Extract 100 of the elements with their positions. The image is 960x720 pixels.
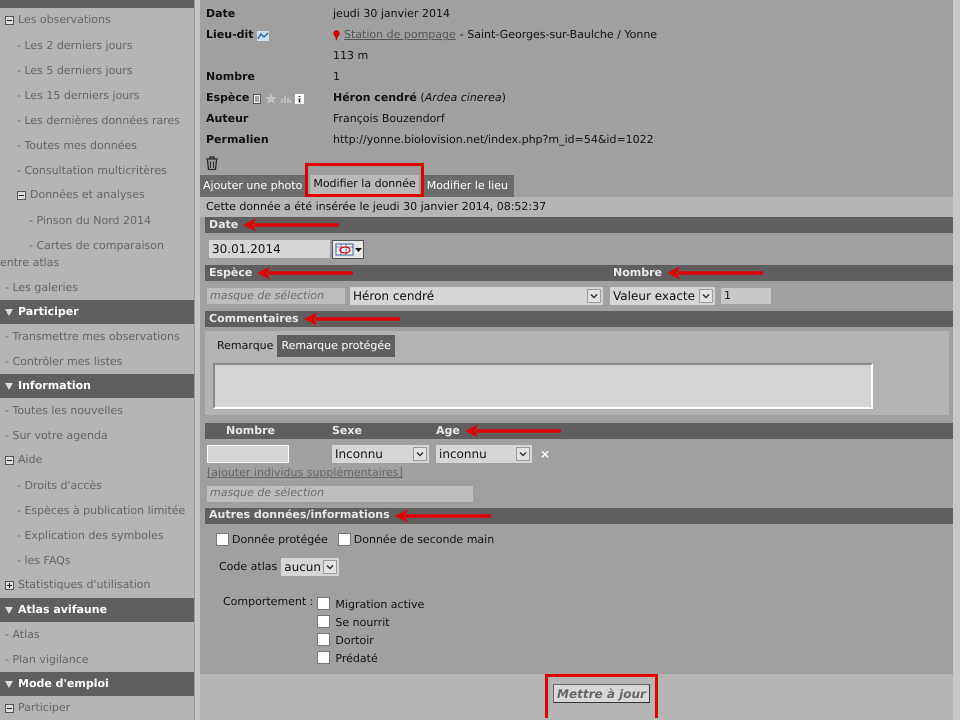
section-title: Sexe — [332, 422, 362, 439]
place-link[interactable]: Station de pompage — [344, 27, 456, 44]
sidebar-item[interactable]: Les observations — [18, 12, 111, 29]
detail-label: Nombre — [206, 69, 255, 86]
sidebar-link[interactable]: - les FAQs — [0, 548, 194, 573]
sidebar-link[interactable]: - Les galeries — [0, 275, 194, 300]
detail-value: 1 — [333, 69, 340, 86]
sidebar-link[interactable]: - Transmettre mes observations — [0, 324, 194, 349]
chevron-down-icon — [413, 447, 427, 461]
checkbox-label: Donnée protégée — [232, 532, 328, 548]
checkbox[interactable] — [317, 596, 330, 610]
section-title: Nombre — [226, 422, 275, 439]
sidebar-section-header[interactable]: Mode d'emploi — [0, 672, 194, 696]
filter-field[interactable]: masque de sélection — [207, 288, 345, 304]
inserted-note: Cette donnée a été insérée le jeudi 30 janvier 2014, 08:52:37 — [206, 198, 546, 215]
detail-label: Permalien — [206, 132, 269, 148]
sidebar-link[interactable]: - Droits d'accès — [0, 473, 194, 498]
detail-value: 113 m — [333, 48, 368, 64]
sidebar-link[interactable]: - Consultation multicritères — [0, 158, 194, 183]
section-title: Atlas avifaune — [18, 602, 108, 618]
detail-label: Date — [206, 6, 236, 22]
count-field[interactable]: 1 — [721, 288, 771, 304]
sidebar-link[interactable]: - Toutes les nouvelles — [0, 398, 194, 423]
detail-value: Héron cendré (Ardea cinerea) — [333, 90, 506, 106]
count-type-select[interactable]: Valeur exacte — [610, 287, 715, 305]
detail-value: http://yonne.biolovision.net/index.php?m_id=54&id=1022 — [333, 132, 654, 148]
checkbox-label: Migration active — [335, 596, 424, 613]
checkbox-label: Dortoir — [335, 632, 374, 649]
collapse-icon[interactable] — [17, 191, 26, 200]
filter-field[interactable]: masque de sélection — [207, 486, 473, 502]
date-field[interactable]: 30.01.2014 — [209, 240, 330, 258]
checkbox-label: Donnée de seconde main — [354, 532, 494, 548]
sidebar-link[interactable]: - Explication des symboles — [0, 523, 194, 548]
sidebar-link[interactable]: - Les dernières données rares — [0, 108, 194, 133]
collapse-icon[interactable] — [5, 704, 14, 713]
sidebar-link[interactable]: - Sur votre agenda — [0, 423, 194, 448]
sidebar-link[interactable]: - Toutes mes données — [0, 133, 194, 158]
field-label: Comportement : — [223, 594, 314, 610]
section-title: Information — [18, 378, 91, 394]
collapse-icon[interactable] — [5, 456, 14, 465]
update-button[interactable]: Mettre à jour — [553, 684, 650, 703]
sidebar-item[interactable]: Participer — [18, 700, 70, 717]
detail-value: - Saint-Georges-sur-Baulche / Yonne — [460, 27, 658, 44]
comment-tab[interactable]: Remarque — [213, 335, 278, 357]
chevron-down-icon — [699, 289, 713, 303]
checkbox[interactable] — [317, 650, 330, 664]
checkbox[interactable] — [317, 632, 330, 646]
sidebar-item[interactable]: Données et analyses — [30, 187, 145, 204]
calendar-button-icon[interactable] — [332, 240, 364, 258]
age-select[interactable]: inconnu — [436, 445, 532, 463]
info-icon[interactable] — [295, 94, 304, 104]
checkbox[interactable] — [338, 533, 351, 546]
sidebar-link[interactable]: - Plan vigilance — [0, 647, 194, 672]
sidebar-link[interactable]: - Atlas — [0, 622, 194, 647]
expand-icon[interactable] — [5, 581, 14, 590]
triangle-down-icon — [5, 382, 13, 390]
sidebar-item[interactable]: Statistiques d'utilisation — [18, 577, 150, 594]
collapse-icon[interactable] — [5, 16, 14, 25]
chevron-down-icon — [587, 289, 601, 303]
trash-icon[interactable] — [206, 156, 218, 170]
document-icon[interactable] — [253, 94, 262, 104]
detail-value: François Bouzendorf — [333, 111, 445, 128]
checkbox[interactable] — [317, 614, 330, 628]
detail-value: jeudi 30 janvier 2014 — [333, 6, 450, 22]
sidebar-link[interactable]: - Les 5 derniers jours — [0, 58, 194, 83]
triangle-down-icon — [5, 680, 13, 688]
map-pin-icon — [333, 30, 340, 41]
sidebar-section-header[interactable]: Atlas avifaune — [0, 598, 194, 622]
atlas-code-select[interactable]: aucun — [281, 558, 340, 576]
sidebar-link[interactable]: - Espèces à publication limitée — [0, 498, 194, 523]
sidebar-link[interactable]: - Les 2 derniers jours — [0, 33, 194, 58]
detail-label: Auteur — [206, 111, 248, 128]
map-icon[interactable] — [256, 30, 269, 40]
tab[interactable]: Ajouter une photo — [200, 175, 306, 197]
triangle-down-icon — [5, 606, 13, 614]
checkbox-label: Prédaté — [335, 650, 378, 667]
sidebar-link[interactable]: - Pinson du Nord 2014 — [0, 208, 194, 233]
tab[interactable]: Modifier le lieu — [424, 175, 511, 197]
comment-textarea[interactable] — [213, 363, 873, 409]
sidebar-link[interactable]: - Contrôler mes listes — [0, 349, 194, 374]
chevron-down-icon — [516, 447, 530, 461]
sidebar-link[interactable]: - Les 15 derniers jours — [0, 83, 194, 108]
add-individuals-link[interactable]: [ajouter individus supplémentaires] — [207, 465, 403, 482]
section-title: Commentaires — [209, 310, 299, 327]
comment-tab[interactable]: Remarque protégée — [277, 335, 395, 357]
count-field[interactable] — [207, 445, 289, 463]
checkbox[interactable] — [216, 533, 229, 546]
remove-button[interactable]: × — [540, 445, 550, 463]
sidebar-section-header[interactable]: Participer — [0, 300, 194, 324]
sidebar-section-header[interactable]: Information — [0, 374, 194, 398]
species-select[interactable]: Héron cendré — [350, 287, 603, 305]
sex-select[interactable]: Inconnu — [332, 445, 429, 463]
section-title: Participer — [18, 304, 79, 320]
sidebar-item[interactable]: Aide — [18, 452, 42, 469]
field-label: Code atlas — [219, 558, 278, 575]
section-title: Espèce — [209, 264, 252, 281]
tab[interactable]: Modifier la donnée — [310, 175, 419, 194]
star-icon[interactable] — [265, 93, 278, 104]
section-title: Date — [209, 216, 238, 233]
sidebar-link[interactable]: - Cartes de comparaison entre atlas — [0, 233, 194, 275]
